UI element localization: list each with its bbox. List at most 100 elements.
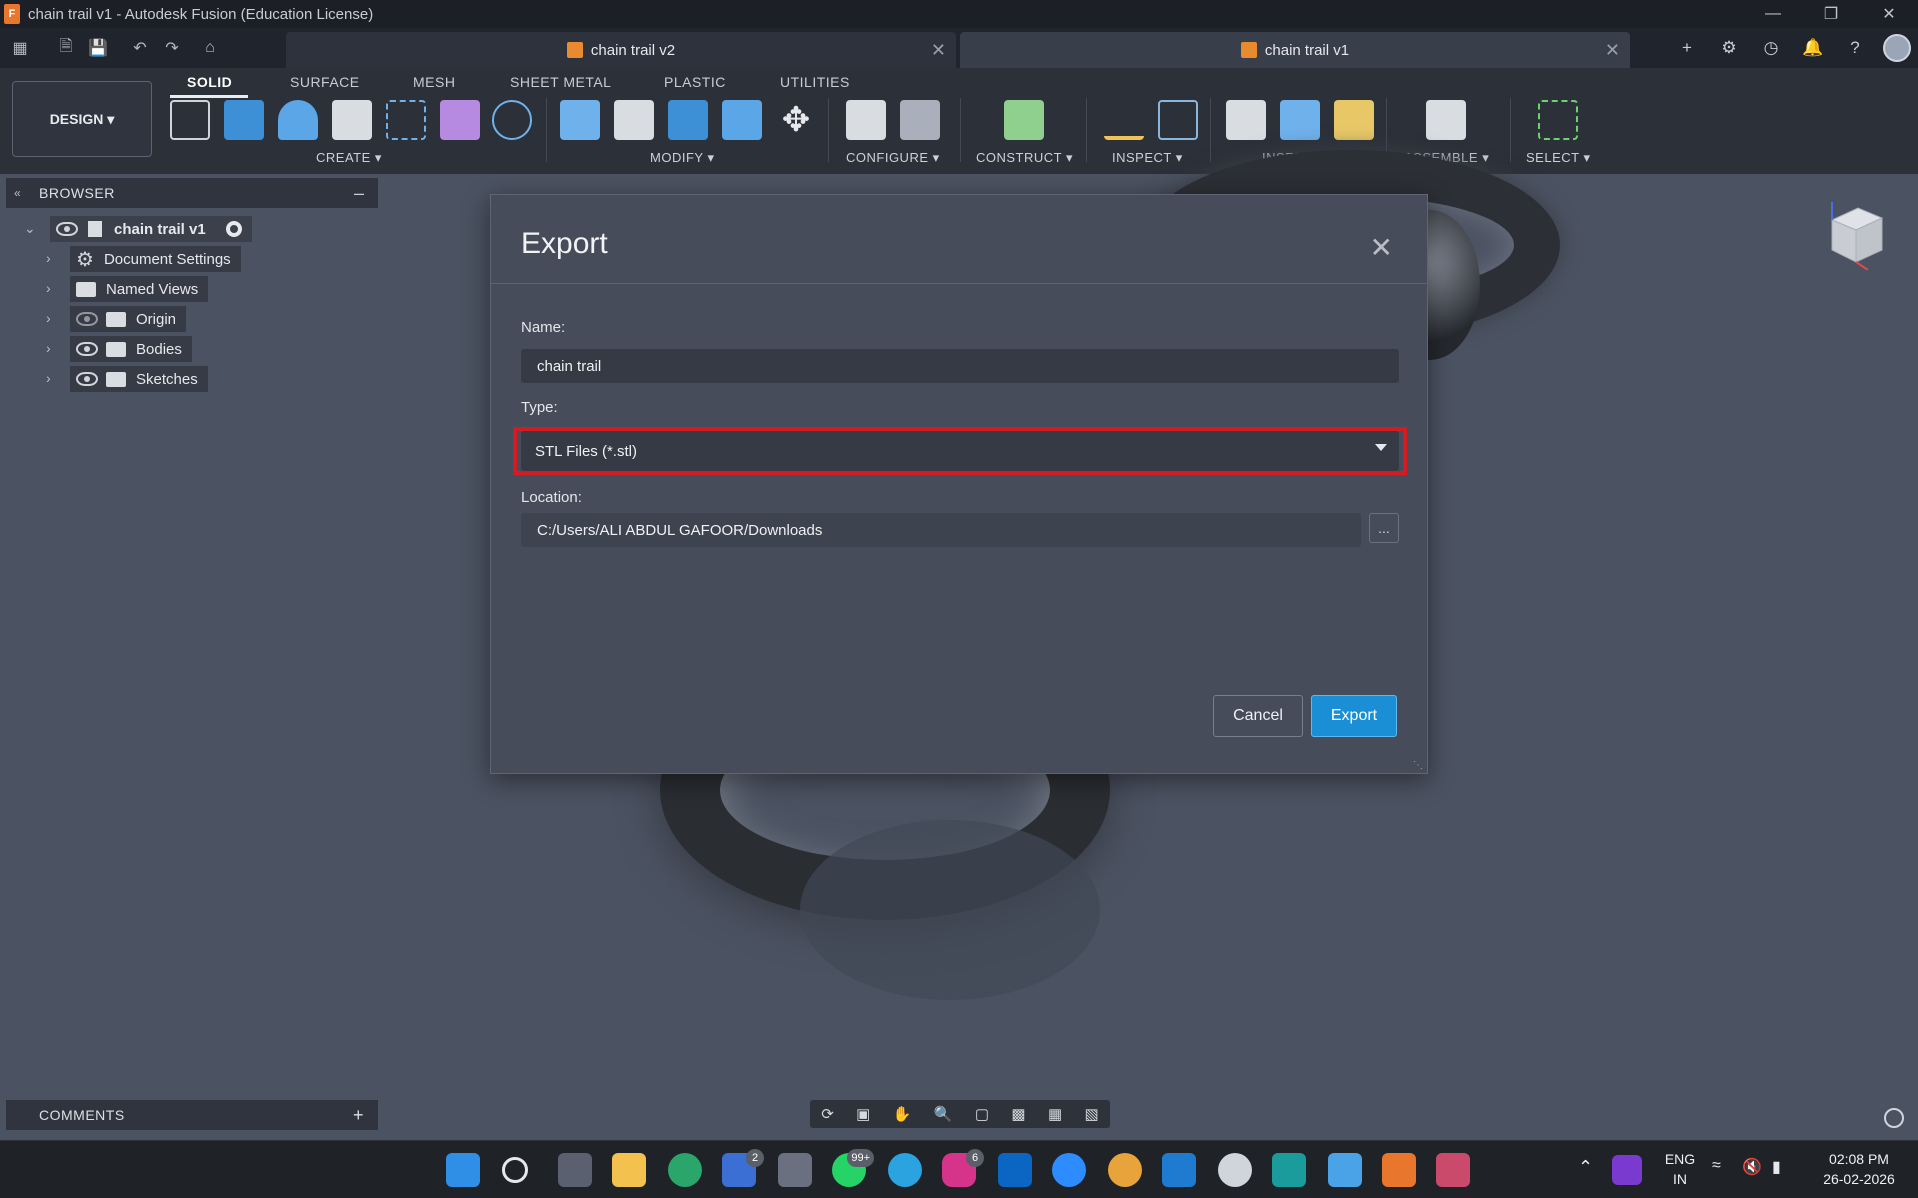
location-input[interactable]: C:/Users/ALI ABDUL GAFOOR/Downloads xyxy=(521,513,1361,547)
file-explorer-icon[interactable] xyxy=(612,1153,646,1187)
chevron-right-icon[interactable]: › xyxy=(46,370,51,386)
language-indicator[interactable]: ENG xyxy=(1660,1151,1700,1167)
revolve-icon[interactable] xyxy=(278,100,318,140)
tab-surface[interactable]: SURFACE xyxy=(290,74,360,90)
cancel-button[interactable]: Cancel xyxy=(1213,695,1303,737)
visibility-eye-icon[interactable] xyxy=(76,342,98,356)
telegram-icon[interactable] xyxy=(888,1153,922,1187)
configure-group-label[interactable]: CONFIGURE ▾ xyxy=(846,150,940,166)
name-input[interactable]: chain trail xyxy=(521,349,1399,383)
chevron-right-icon[interactable]: › xyxy=(46,310,51,326)
clock-date[interactable]: 26-02-2026 xyxy=(1814,1171,1904,1187)
insert-mesh-icon[interactable] xyxy=(1334,100,1374,140)
chrome-icon[interactable] xyxy=(1108,1153,1142,1187)
close-tab-icon[interactable]: ✕ xyxy=(931,40,946,61)
windows-start-icon[interactable] xyxy=(446,1153,480,1187)
pattern-icon[interactable] xyxy=(386,100,426,140)
minimize-browser-icon[interactable]: – xyxy=(354,183,364,204)
home-icon[interactable]: ⌂ xyxy=(198,36,222,60)
tab-mesh[interactable]: MESH xyxy=(413,74,455,90)
chevron-down-icon[interactable]: ⌄ xyxy=(24,220,36,237)
configuration-table-icon[interactable] xyxy=(900,100,940,140)
extrude-icon[interactable] xyxy=(224,100,264,140)
browser-item-document-settings[interactable]: › ⚙ Document Settings xyxy=(46,246,241,272)
select-icon[interactable] xyxy=(1538,100,1578,140)
configure-model-icon[interactable] xyxy=(846,100,886,140)
comments-panel-header[interactable]: COMMENTS + xyxy=(6,1100,378,1130)
grid-icon[interactable]: ▦ xyxy=(1048,1105,1062,1123)
file-menu-icon[interactable]: 🗎 xyxy=(54,36,78,60)
move-copy-icon[interactable]: ✥ xyxy=(776,100,816,140)
new-tab-icon[interactable]: + xyxy=(1666,28,1708,68)
linkedin-icon[interactable] xyxy=(998,1153,1032,1187)
close-window-icon[interactable]: ✕ xyxy=(1860,0,1918,28)
volume-muted-icon[interactable]: 🔇 xyxy=(1742,1157,1762,1177)
create-group-label[interactable]: CREATE ▾ xyxy=(316,150,382,166)
wifi-icon[interactable]: ≈ xyxy=(1712,1157,1721,1175)
tab-chain-trail-v2[interactable]: chain trail v2 ✕ xyxy=(286,32,956,68)
modify-group-label[interactable]: MODIFY ▾ xyxy=(650,150,714,166)
browser-root-row[interactable]: ⌄ chain trail v1 xyxy=(24,216,252,242)
snipping-tool-icon[interactable] xyxy=(1436,1153,1470,1187)
vscode-icon[interactable] xyxy=(1162,1153,1196,1187)
collapse-browser-icon[interactable]: « xyxy=(14,186,21,200)
undo-icon[interactable]: ↶ xyxy=(128,36,152,60)
insert-derive-icon[interactable] xyxy=(1226,100,1266,140)
restore-icon[interactable]: ❐ xyxy=(1802,0,1860,28)
pan-icon[interactable]: ✋ xyxy=(893,1105,912,1123)
new-component-icon[interactable] xyxy=(1426,100,1466,140)
battery-icon[interactable]: ▮ xyxy=(1772,1157,1781,1177)
redo-icon[interactable]: ↷ xyxy=(160,36,184,60)
instagram-icon[interactable]: 6 xyxy=(942,1149,984,1187)
app-icon-hexagon[interactable] xyxy=(778,1153,812,1187)
browser-item-named-views[interactable]: › Named Views xyxy=(46,276,209,302)
search-icon[interactable] xyxy=(502,1157,528,1183)
chevron-right-icon[interactable]: › xyxy=(46,280,51,296)
tab-chain-trail-v1[interactable]: chain trail v1 ✕ xyxy=(960,32,1630,68)
browser-item-sketches[interactable]: › Sketches xyxy=(46,366,208,392)
arduino-icon[interactable] xyxy=(1272,1153,1306,1187)
minimize-icon[interactable]: — xyxy=(1744,0,1802,28)
visibility-eye-icon[interactable] xyxy=(56,222,78,236)
hole-icon[interactable] xyxy=(332,100,372,140)
add-comment-icon[interactable]: + xyxy=(353,1105,364,1126)
browser-item-bodies[interactable]: › Bodies xyxy=(46,336,192,362)
chevron-up-icon[interactable]: ⌃ xyxy=(1578,1157,1593,1178)
construct-group-label[interactable]: CONSTRUCT ▾ xyxy=(976,150,1073,166)
tray-app-icon[interactable] xyxy=(1612,1155,1642,1185)
browser-panel-header[interactable]: « BROWSER – xyxy=(6,178,378,208)
export-button[interactable]: Export xyxy=(1311,695,1397,737)
hidden-eye-icon[interactable] xyxy=(76,312,98,326)
close-tab-icon[interactable]: ✕ xyxy=(1605,40,1620,61)
visibility-eye-icon[interactable] xyxy=(76,372,98,386)
split-body-icon[interactable] xyxy=(722,100,762,140)
section-analysis-icon[interactable] xyxy=(1158,100,1198,140)
close-dialog-icon[interactable]: ✕ xyxy=(1370,231,1393,264)
tab-solid[interactable]: SOLID xyxy=(187,74,232,90)
clock-time[interactable]: 02:08 PM xyxy=(1814,1151,1904,1167)
workspace-switcher[interactable]: DESIGN ▾ xyxy=(12,81,152,157)
combine-icon[interactable] xyxy=(492,100,532,140)
display-settings-icon[interactable]: ▩ xyxy=(1011,1105,1025,1123)
edge-browser-icon[interactable] xyxy=(668,1153,702,1187)
store-icon[interactable]: 2 xyxy=(722,1149,764,1187)
fusion-taskbar-icon[interactable] xyxy=(1382,1153,1416,1187)
offset-plane-icon[interactable] xyxy=(1004,100,1044,140)
measure-icon[interactable] xyxy=(1104,100,1144,140)
select-group-label[interactable]: SELECT ▾ xyxy=(1526,150,1590,166)
press-pull-icon[interactable] xyxy=(560,100,600,140)
type-select[interactable]: STL Files (*.stl) xyxy=(521,431,1399,471)
paint-icon[interactable] xyxy=(1328,1153,1362,1187)
canvas-image-icon[interactable] xyxy=(1280,100,1320,140)
task-view-icon[interactable] xyxy=(558,1153,592,1187)
create-sketch-icon[interactable] xyxy=(170,100,210,140)
orbit-icon[interactable]: ⟳ xyxy=(821,1105,834,1123)
zoom-icon[interactable]: 🔍 xyxy=(934,1105,953,1123)
profile-avatar[interactable] xyxy=(1876,28,1918,68)
chatgpt-icon[interactable] xyxy=(1218,1153,1252,1187)
whatsapp-icon[interactable]: 99+ xyxy=(832,1149,874,1187)
chevron-right-icon[interactable]: › xyxy=(46,340,51,356)
viewcube[interactable] xyxy=(1820,200,1890,270)
zoom-icon[interactable] xyxy=(1052,1153,1086,1187)
browser-item-origin[interactable]: › Origin xyxy=(46,306,187,332)
